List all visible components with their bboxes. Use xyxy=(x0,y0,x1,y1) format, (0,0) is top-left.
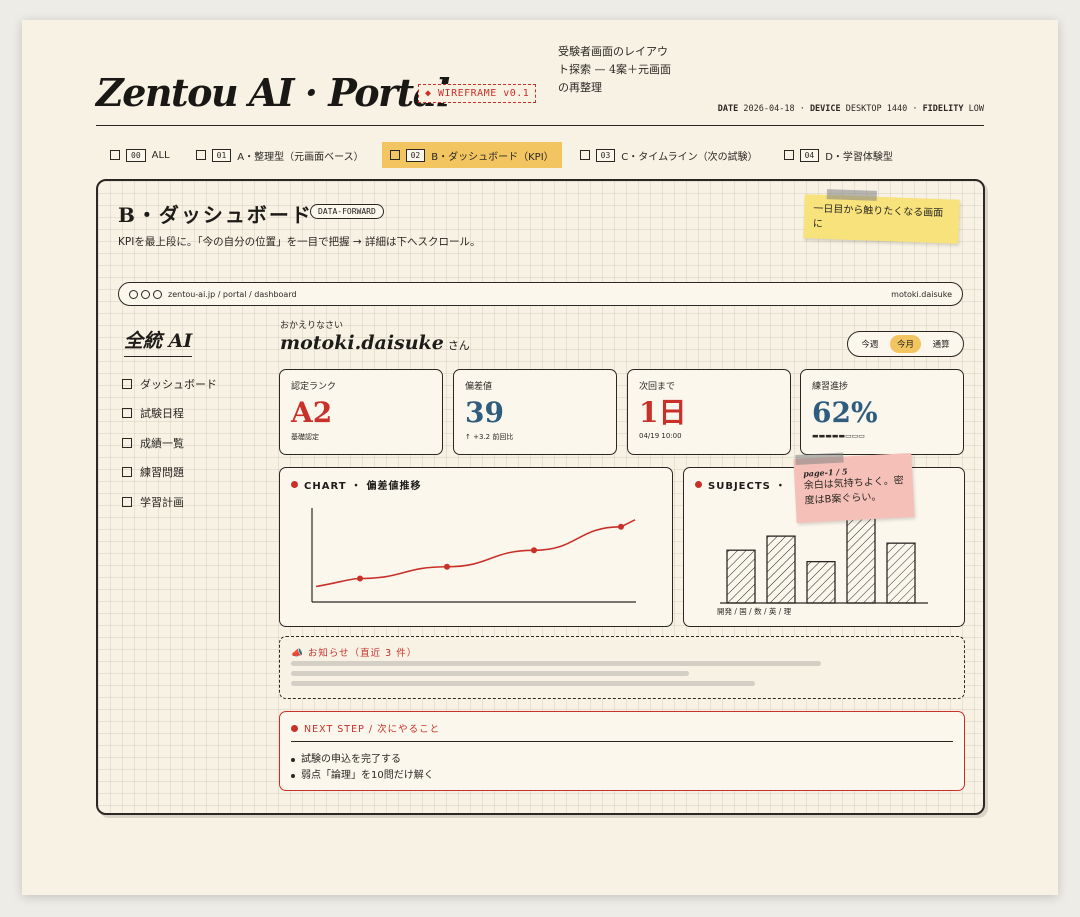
checkbox-icon[interactable] xyxy=(195,150,206,160)
data-point xyxy=(444,563,450,570)
kpi-card-deviation: 偏差値 39 ↑ +3.2 前回比 xyxy=(453,369,617,455)
next-step-list: 試験の申込を完了する 弱点「論理」を10問だけ解く xyxy=(291,752,434,784)
wireframe-frame: B・ダッシュボード DATA-FORWARD KPIを最上段に。「今の自分の位置… xyxy=(96,179,985,815)
header-divider xyxy=(96,125,984,126)
bar xyxy=(806,560,836,604)
user-name: motoki.daisuke さん xyxy=(280,332,470,354)
chart-title: CHART ・ 偏差値推移 xyxy=(291,477,421,492)
bar-x-labels: 開発 / 国 / 数 / 英 / 理 xyxy=(717,607,792,616)
bar xyxy=(726,549,756,604)
tab-c[interactable]: 03 C・タイムライン（次の試験） xyxy=(572,142,766,168)
bar xyxy=(886,542,916,604)
frame-title: B・ダッシュボード xyxy=(118,203,313,227)
news-placeholder-line xyxy=(291,681,755,686)
tab-d[interactable]: 04 D・学習体験型 xyxy=(776,142,901,168)
next-step-panel: NEXT STEP / 次にやること 試験の申込を完了する 弱点「論理」を10問… xyxy=(279,711,965,791)
period-selector: 今週 今月 通算 xyxy=(847,331,964,357)
sidebar-brand: 全統 AI xyxy=(124,326,193,357)
sidebar-nav: ダッシュボード 試験日程 成績一覧 練習問題 学習計画 xyxy=(122,369,217,517)
checkbox-icon[interactable] xyxy=(389,150,400,160)
kpi-value: 1日 xyxy=(639,396,687,429)
news-panel: 📣 お知らせ（直近 3 件） xyxy=(279,636,965,699)
sidebar-item-schedule[interactable]: 試験日程 xyxy=(122,399,217,429)
data-point xyxy=(618,523,624,530)
checkbox-icon xyxy=(122,437,132,448)
checkbox-icon[interactable] xyxy=(579,150,590,160)
meta-info: DATE 2026-04-18 · DEVICE DESKTOP 1440 · … xyxy=(717,104,984,114)
kpi-card-next: 次回まで 1日 04/19 10:00 xyxy=(627,369,791,455)
news-placeholder-line xyxy=(291,661,821,666)
kpi-value: 62% xyxy=(812,396,878,429)
bar xyxy=(846,514,876,604)
news-placeholder-line xyxy=(291,671,689,676)
checkbox-icon[interactable] xyxy=(110,150,120,160)
browser-url-bar[interactable]: zentou-ai.jp / portal / dashboard motoki… xyxy=(118,282,963,306)
greeting: おかえりなさい xyxy=(280,321,344,331)
line-chart xyxy=(311,508,636,603)
header-note: 受験者画面のレイアウト探索 — 4案＋元画面の再整理 xyxy=(558,45,671,94)
checkbox-icon xyxy=(122,467,132,478)
wireframe-tag: ◆ WIREFRAME v0.1 xyxy=(418,84,537,103)
bar xyxy=(766,535,796,604)
period-total[interactable]: 通算 xyxy=(926,335,957,353)
window-dot-icon xyxy=(129,289,138,299)
kpi-value: 39 xyxy=(465,396,504,429)
kpi-card-progress: 練習進捗 62% ▬▬▬▬▬▭▭▭ xyxy=(800,369,964,455)
period-month[interactable]: 今月 xyxy=(889,335,921,353)
subjects-title: SUBJECTS ・ xyxy=(695,477,786,492)
line-chart-panel: CHART ・ 偏差値推移 xyxy=(279,467,673,627)
tape xyxy=(826,189,877,201)
sidebar-item-dashboard[interactable]: ダッシュボード xyxy=(122,369,217,399)
checkbox-icon xyxy=(122,378,132,389)
sidebar-item-plan[interactable]: 学習計画 xyxy=(122,487,217,517)
url-user: motoki.daisuke xyxy=(891,289,952,299)
period-week[interactable]: 今週 xyxy=(854,335,885,353)
page-title: Zentou AI · Portal xyxy=(96,70,450,115)
tab-a[interactable]: 01 A・整理型（元画面ベース） xyxy=(188,142,372,168)
sidebar-item-practice[interactable]: 練習問題 xyxy=(122,458,217,488)
data-forward-tag: DATA-FORWARD xyxy=(310,204,384,219)
tab-all[interactable]: 00 ALL xyxy=(102,142,178,168)
tape xyxy=(795,452,844,466)
bullet-icon xyxy=(291,724,298,732)
news-title: 📣 お知らせ（直近 3 件） xyxy=(291,648,418,659)
checkbox-icon xyxy=(122,408,132,419)
window-dot-icon xyxy=(153,289,162,299)
checkbox-icon xyxy=(122,496,132,507)
url-text: zentou-ai.jp / portal / dashboard xyxy=(168,289,297,299)
window-dot-icon xyxy=(141,289,150,299)
list-item[interactable]: 弱点「論理」を10問だけ解く xyxy=(291,768,434,784)
sidebar-item-results[interactable]: 成績一覧 xyxy=(122,428,217,458)
bullet-icon xyxy=(291,481,298,488)
kpi-value: A2 xyxy=(291,396,333,429)
sticky-note-pink: page-1 / 5 余白は気持ちよく。密度はB案ぐらい。 xyxy=(793,452,915,524)
bullet-icon xyxy=(695,481,702,488)
divider xyxy=(291,741,953,742)
progress-bar: ▬▬▬▬▬▭▭▭ xyxy=(812,432,865,440)
tab-b[interactable]: 02 B・ダッシュボード（KPI） xyxy=(381,142,562,168)
frame-description: KPIを最上段に。「今の自分の位置」を一目で把握 → 詳細は下へスクロール。 xyxy=(118,236,481,248)
tab-bar: 00 ALL 01 A・整理型（元画面ベース） 02 B・ダッシュボード（KPI） 0… xyxy=(102,142,911,168)
checkbox-icon[interactable] xyxy=(783,150,794,160)
series-line xyxy=(315,519,636,588)
data-point xyxy=(357,575,363,582)
data-point xyxy=(531,547,537,554)
next-step-title: NEXT STEP / 次にやること xyxy=(291,721,440,735)
list-item[interactable]: 試験の申込を完了する xyxy=(291,752,434,768)
window-dots xyxy=(129,289,162,299)
kpi-card-rank: 認定ランク A2 基礎認定 xyxy=(279,369,443,455)
sticky-note: 一日目から触りたくなる画面に xyxy=(803,189,960,244)
